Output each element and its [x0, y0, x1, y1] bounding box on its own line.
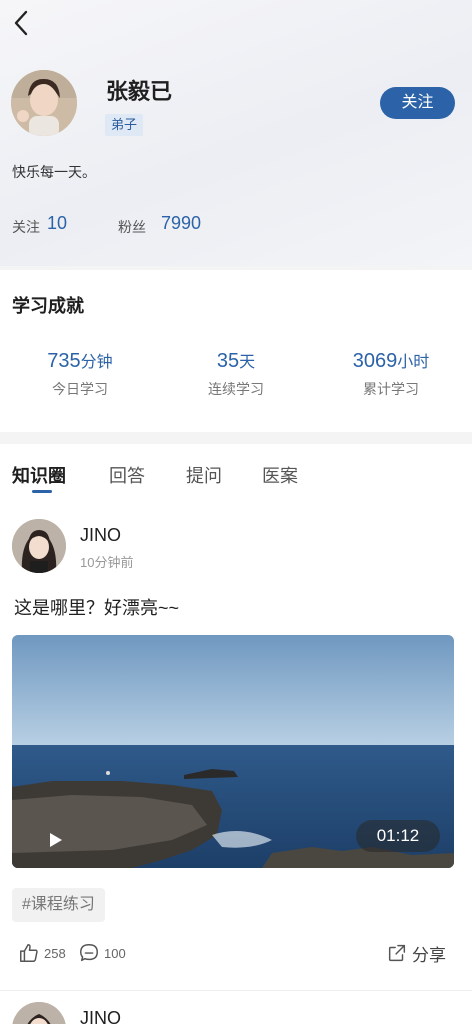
achievement-label: 今日学习	[52, 381, 108, 397]
section-divider	[0, 432, 472, 444]
active-tab-indicator	[32, 490, 52, 493]
achievement-label: 累计学习	[363, 381, 419, 397]
share-label: 分享	[412, 945, 446, 965]
achievement-value: 3069	[352, 350, 398, 372]
post-timestamp: 10分钟前	[80, 555, 134, 570]
achievement-label: 连续学习	[208, 381, 264, 397]
achievement-today: 735分钟 今日学习	[0, 348, 160, 399]
following-count[interactable]: 10	[47, 213, 67, 234]
post-text: 这是哪里？好漂亮~~	[14, 598, 180, 618]
profile-bio: 快乐每一天。	[12, 164, 96, 180]
like-icon	[20, 944, 38, 962]
followers-count[interactable]: 7990	[161, 213, 201, 234]
profile-avatar[interactable]	[11, 70, 77, 136]
next-post-author-name[interactable]: JINO	[80, 1008, 121, 1024]
post-divider	[0, 990, 472, 991]
section-divider	[0, 266, 472, 270]
profile-name: 张毅已	[106, 79, 173, 104]
post-author-name[interactable]: JINO	[80, 525, 121, 546]
share-button[interactable]: 分享	[386, 941, 446, 965]
profile-header	[0, 0, 472, 266]
tab-knowledge-circle[interactable]: 知识圈	[12, 462, 66, 488]
play-icon[interactable]	[50, 833, 62, 847]
followers-label: 粉丝	[118, 219, 146, 235]
video-duration: 01:12	[356, 820, 440, 852]
like-count: 258	[44, 945, 66, 961]
achievement-unit: 天	[239, 354, 256, 371]
achievement-streak: 35天 连续学习	[156, 348, 316, 399]
post-tag[interactable]: #课程练习	[12, 888, 105, 922]
achievement-value: 35	[216, 350, 240, 372]
achievement-value: 735	[47, 350, 81, 372]
comment-count: 100	[104, 945, 126, 961]
tab-medical-cases[interactable]: 医案	[262, 462, 298, 488]
comment-icon	[80, 944, 98, 962]
like-button[interactable]: 258	[18, 941, 66, 965]
achievement-unit: 小时	[397, 354, 430, 371]
achievement-unit: 分钟	[80, 354, 113, 371]
role-badge: 弟子	[105, 114, 144, 136]
next-post-author-avatar[interactable]	[12, 1002, 66, 1024]
achievements-title: 学习成就	[12, 296, 84, 316]
tab-questions[interactable]: 提问	[186, 462, 222, 488]
follow-button[interactable]: 关注	[380, 87, 455, 119]
achievement-total: 3069小时 累计学习	[311, 348, 471, 399]
tab-answers[interactable]: 回答	[109, 462, 145, 488]
post-author-avatar[interactable]	[12, 519, 66, 573]
following-label: 关注	[12, 219, 40, 235]
share-icon	[388, 944, 406, 962]
comment-button[interactable]: 100	[78, 941, 126, 965]
back-icon[interactable]	[8, 8, 36, 38]
